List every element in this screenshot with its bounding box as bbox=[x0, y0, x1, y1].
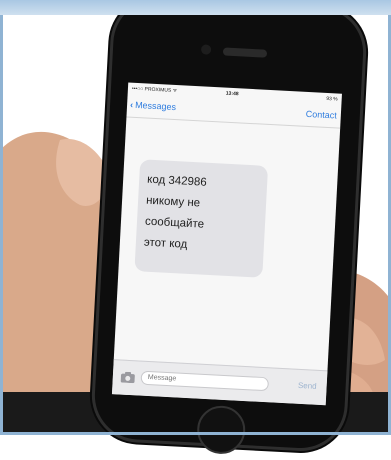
incoming-message-bubble: код 342986 никому не сообщайте этот код bbox=[134, 159, 269, 278]
front-camera bbox=[200, 44, 212, 55]
smartphone: •••○○ PROXIMUS ᯤ 13:48 93 % ‹Messages Co… bbox=[92, 0, 366, 456]
camera-icon[interactable] bbox=[120, 371, 136, 384]
home-button[interactable] bbox=[195, 404, 247, 456]
clock: 13:48 bbox=[225, 90, 239, 98]
message-text: код 342986 никому не сообщайте этот код bbox=[143, 173, 208, 251]
battery-indicator: 93 % bbox=[326, 95, 338, 103]
send-button[interactable]: Send bbox=[298, 381, 317, 391]
compose-bar: Send bbox=[111, 359, 328, 406]
window-title-strip bbox=[0, 0, 391, 15]
phone-screen: •••○○ PROXIMUS ᯤ 13:48 93 % ‹Messages Co… bbox=[111, 82, 342, 406]
message-input[interactable] bbox=[140, 370, 270, 392]
contact-button[interactable]: Contact bbox=[306, 109, 338, 121]
back-to-messages-button[interactable]: ‹Messages bbox=[130, 100, 176, 112]
chevron-left-icon: ‹ bbox=[129, 99, 134, 110]
earpiece-speaker bbox=[222, 47, 268, 58]
back-label: Messages bbox=[134, 99, 177, 113]
